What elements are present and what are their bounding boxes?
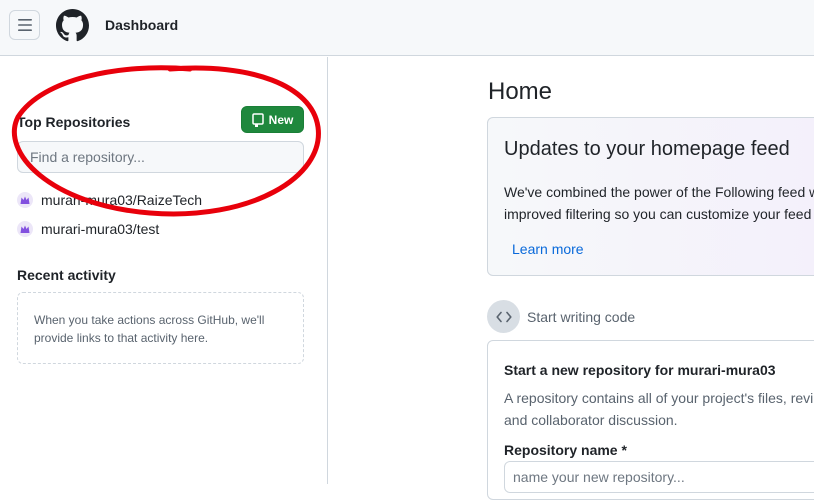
repository-name[interactable]: murari-mura03/test — [41, 221, 159, 237]
user-avatar-icon — [17, 192, 33, 208]
recent-activity-empty-state: When you take actions across GitHub, we'… — [17, 292, 304, 364]
page-title: Home — [488, 78, 553, 105]
feed-update-card: Updates to your homepage feed We've comb… — [487, 117, 814, 276]
repository-name-input[interactable] — [504, 461, 814, 493]
recent-activity-heading: Recent activity — [17, 267, 116, 283]
new-repo-description: and collaborator discussion. — [504, 412, 678, 428]
code-icon-badge — [487, 300, 520, 333]
new-button-label: New — [268, 112, 294, 127]
find-repository-input[interactable] — [17, 141, 304, 173]
learn-more-link[interactable]: Learn more — [512, 241, 584, 257]
new-repo-description: A repository contains all of your projec… — [504, 390, 814, 406]
repository-name-label: Repository name * — [504, 442, 627, 458]
hamburger-icon — [17, 19, 32, 31]
repo-icon — [251, 112, 264, 127]
new-repository-card: Start a new repository for murari-mura03… — [487, 340, 814, 500]
top-repositories-heading: Top Repositories — [17, 114, 131, 130]
new-repository-button[interactable]: New — [241, 106, 304, 133]
feed-card-text: We've combined the power of the Followin… — [504, 184, 814, 200]
feed-card-text: improved filtering so you can customize … — [504, 206, 812, 222]
repository-item[interactable]: murari-mura03/RaizeTech — [17, 192, 202, 208]
menu-button[interactable] — [9, 10, 40, 40]
feed-card-title: Updates to your homepage feed — [504, 138, 790, 160]
github-mark-icon[interactable] — [56, 9, 89, 42]
new-repo-title: Start a new repository for murari-mura03 — [504, 362, 776, 378]
dashboard-sidebar: Top Repositories New murari-mura03/Raize… — [0, 57, 328, 484]
repository-item[interactable]: murari-mura03/test — [17, 221, 159, 237]
code-icon — [495, 311, 512, 322]
user-avatar-icon — [17, 221, 33, 237]
top-header-bar: Dashboard — [0, 0, 814, 56]
page-context-title[interactable]: Dashboard — [105, 17, 178, 33]
section-label: Start writing code — [527, 309, 636, 325]
repository-name[interactable]: murari-mura03/RaizeTech — [41, 192, 202, 208]
